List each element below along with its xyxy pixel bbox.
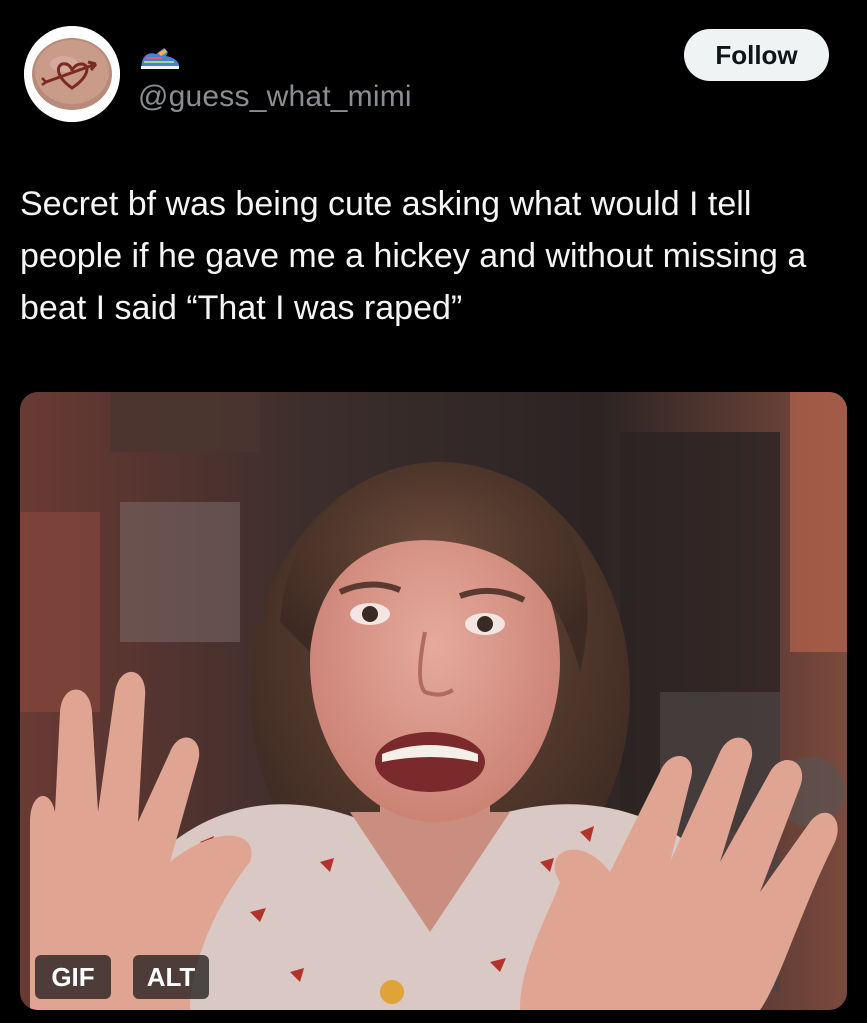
avatar[interactable]	[24, 26, 120, 122]
sneaker-emoji-icon	[138, 44, 182, 72]
follow-button[interactable]: Follow	[684, 29, 829, 81]
post-card: @guess_what_mimi Follow Secret bf was be…	[0, 0, 867, 1023]
alt-text-button[interactable]: ALT	[133, 955, 209, 999]
tweet-text: Secret bf was being cute asking what wou…	[20, 185, 807, 327]
user-handle[interactable]: @guess_what_mimi	[138, 80, 412, 114]
gif-media[interactable]	[20, 392, 847, 1010]
heart-arrow-candy-icon	[24, 26, 120, 122]
gif-badge: GIF	[35, 955, 111, 999]
gif-preview-image	[20, 392, 847, 1010]
